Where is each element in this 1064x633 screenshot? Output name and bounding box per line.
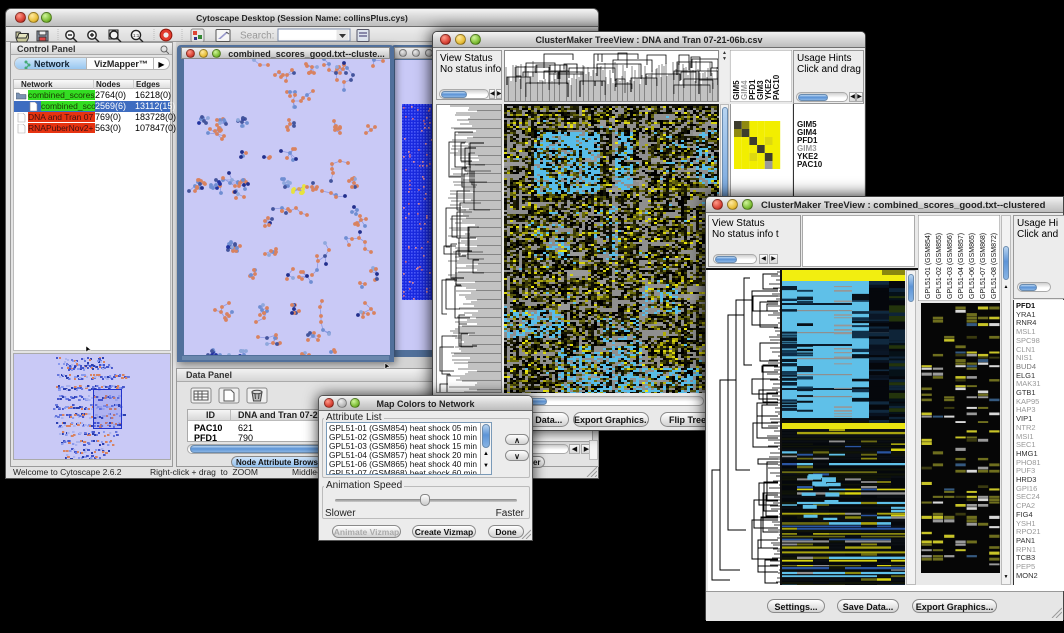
svg-text:1:1: 1:1 bbox=[133, 33, 140, 38]
svg-text:GPL51-03 (GSM856): GPL51-03 (GSM856) bbox=[947, 233, 954, 299]
svg-text:GPL51-08 (GSM872): GPL51-08 (GSM872) bbox=[991, 233, 998, 299]
svg-text:GPL51-04 (GSM857): GPL51-04 (GSM857) bbox=[958, 233, 965, 299]
svg-text:GPL51-06 (GSM865): GPL51-06 (GSM865) bbox=[969, 233, 976, 299]
svg-text:PAC10: PAC10 bbox=[772, 74, 781, 100]
svg-text:GPL51-02 (GSM855): GPL51-02 (GSM855) bbox=[936, 233, 943, 299]
svg-text:GPL51-01 (GSM854): GPL51-01 (GSM854) bbox=[925, 233, 932, 299]
svg-text:GPL51-07 (GSM868): GPL51-07 (GSM868) bbox=[980, 233, 987, 299]
svg-text:Search:: Search: bbox=[240, 31, 274, 42]
